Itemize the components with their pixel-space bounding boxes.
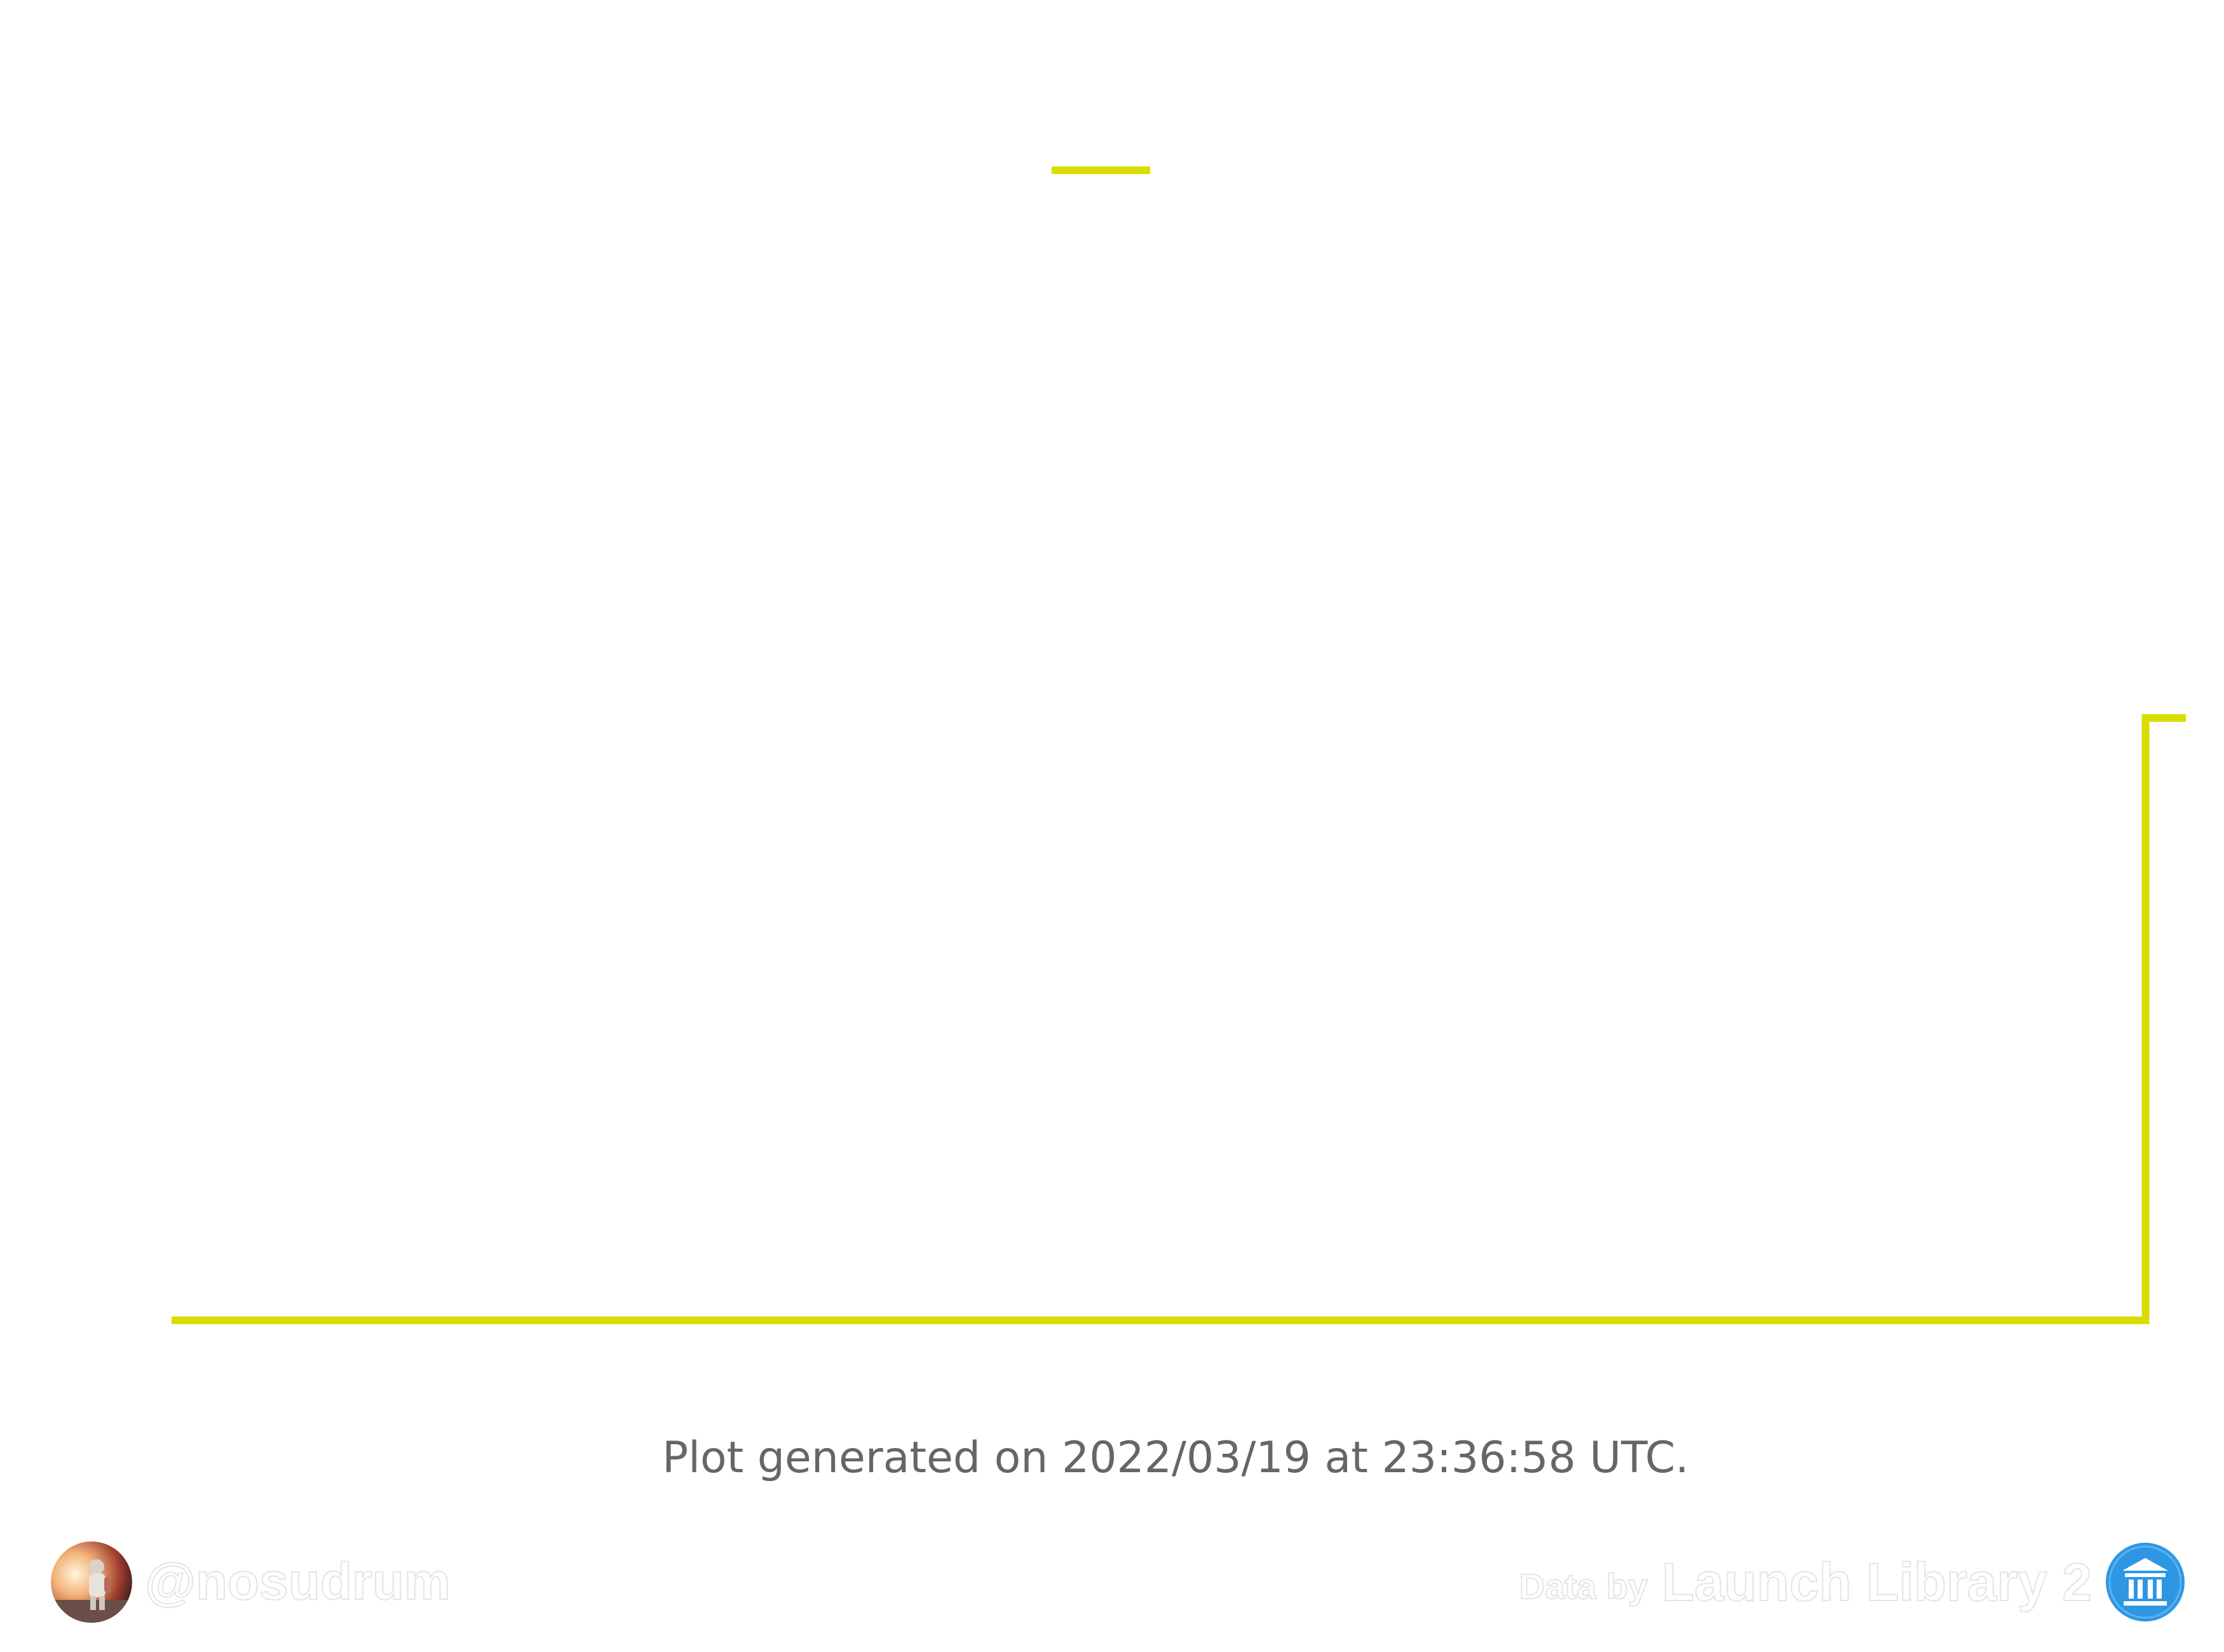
- credit-prefix: Data by: [1519, 1566, 1648, 1607]
- author-credit: @nosudrum: [51, 1541, 451, 1623]
- plot-area: [172, 714, 2186, 1324]
- plot-generated-note: Plot generated on 2022/03/19 at 23:36:58…: [662, 1433, 1689, 1483]
- data-credit: Data by Launch Library 2: [1519, 1541, 2186, 1623]
- credit-name: Launch Library 2: [1661, 1552, 2092, 1613]
- astronaut-avatar-icon: [51, 1541, 132, 1623]
- series-line-0: [172, 714, 2186, 1324]
- chart: [172, 166, 2186, 1324]
- author-handle: @nosudrum: [144, 1552, 451, 1611]
- launch-library-logo-icon: [2105, 1541, 2186, 1623]
